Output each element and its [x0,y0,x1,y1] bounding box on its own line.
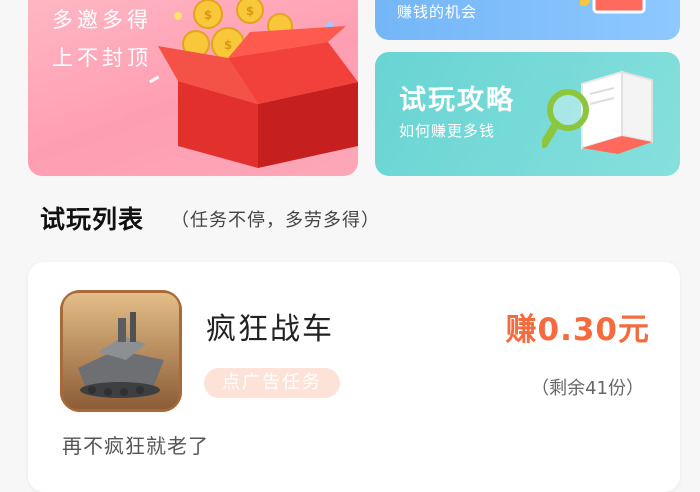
svg-text:$: $ [204,8,212,22]
gift-box-icon: $$$ $$ [149,0,358,168]
svg-text:$: $ [246,4,254,18]
reward-amount: 赚0.30元 [505,312,650,348]
game-description: 再不疯狂就老了 [62,434,209,458]
game-app-icon[interactable] [60,290,182,412]
svg-text:$: $ [224,38,232,52]
earn-subtitle: 赚钱的机会 [397,3,478,21]
game-name: 疯狂战车 [206,312,334,347]
task-type-badge: 点广告任务 [204,368,340,398]
guide-title: 试玩攻略 [399,85,515,116]
remaining-count: （剩余41份） [531,378,644,399]
guide-subtitle: 如何赚更多钱 [399,122,496,140]
section-subtitle: （任务不停，多劳多得） [171,210,380,231]
invite-banner[interactable]: 多邀多得 上不封顶 $$$ $$ [28,0,358,176]
play-guide-banner[interactable]: 试玩攻略 如何赚更多钱 [375,52,680,176]
game-list-item[interactable]: 疯狂战车 点广告任务 赚0.30元 （剩余41份） 再不疯狂就老了 [28,262,680,492]
earn-banner[interactable]: 赚钱的机会 [375,0,680,40]
section-title: 试玩列表 [40,205,145,234]
open-book-magnifier-icon [542,70,653,154]
book-icon [580,0,646,14]
tank-artwork-icon [60,290,182,412]
